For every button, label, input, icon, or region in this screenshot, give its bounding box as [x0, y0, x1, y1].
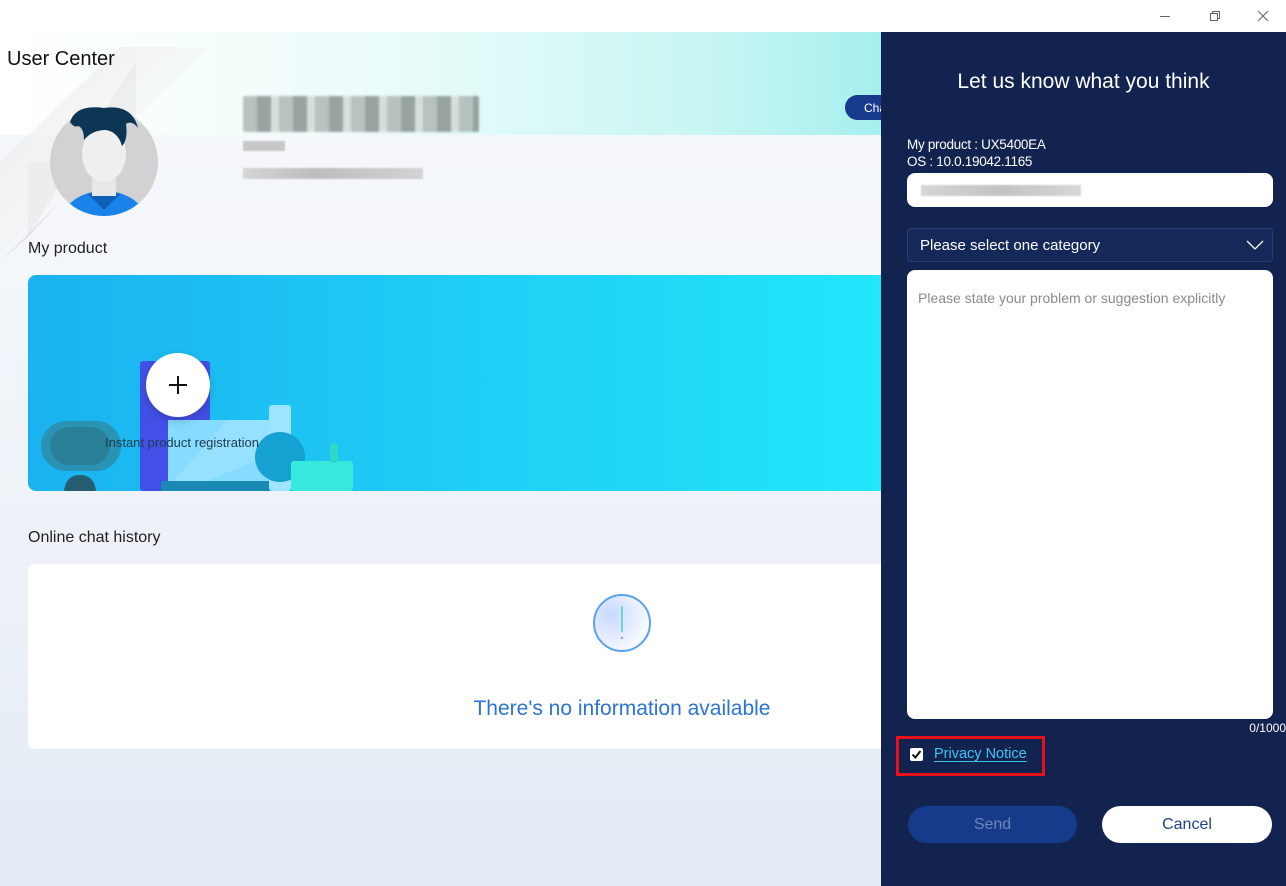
restore-button[interactable]	[1192, 0, 1238, 32]
user-center-main: User Center Change My product	[0, 32, 881, 886]
product-registration-card[interactable]: Instant product registration	[28, 275, 881, 491]
change-button[interactable]: Change	[845, 95, 881, 120]
minimize-button[interactable]	[1142, 0, 1188, 32]
os-version-info: OS : 10.0.19042.1165	[907, 154, 1033, 169]
avatar[interactable]	[48, 102, 160, 218]
chevron-down-icon	[1246, 240, 1264, 250]
email-value-redacted	[921, 185, 1081, 196]
cancel-button[interactable]: Cancel	[1102, 806, 1272, 843]
close-icon	[1257, 10, 1269, 22]
close-button[interactable]	[1240, 0, 1286, 32]
product-model-info: My product : UX5400EA	[907, 137, 1046, 152]
chat-history-label: Online chat history	[28, 529, 161, 546]
user-name	[243, 96, 479, 132]
chat-history-card: There's no information available	[28, 564, 881, 749]
feedback-panel: Let us know what you think My product : …	[881, 32, 1286, 886]
app-title: User Center	[7, 48, 115, 70]
problem-textarea[interactable]	[907, 270, 1273, 719]
email-field[interactable]	[907, 173, 1273, 207]
title-bar	[0, 0, 1286, 32]
feedback-title: Let us know what you think	[957, 70, 1210, 93]
add-product-button[interactable]	[146, 353, 210, 417]
checkmark-icon	[911, 750, 922, 760]
empty-state-text: There's no information available	[473, 697, 771, 720]
category-select[interactable]: Please select one category	[907, 228, 1273, 262]
user-email	[243, 168, 423, 179]
privacy-checkbox[interactable]	[910, 748, 923, 761]
privacy-notice-link[interactable]: Privacy Notice	[934, 746, 1027, 762]
send-button[interactable]: Send	[908, 806, 1077, 843]
minimize-icon	[1160, 16, 1170, 17]
my-product-label: My product	[28, 240, 108, 257]
restore-icon	[1210, 11, 1220, 21]
category-select-value: Please select one category	[920, 237, 1101, 254]
char-counter-text: 0/1000	[1249, 721, 1286, 735]
user-region	[243, 141, 285, 151]
exclamation-circle-icon	[593, 594, 651, 652]
instant-registration-label: Instant product registration	[105, 435, 259, 450]
plus-icon	[169, 376, 187, 394]
